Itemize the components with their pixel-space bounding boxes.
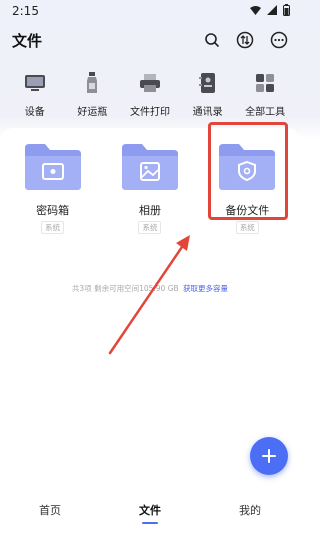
header-actions	[204, 31, 288, 49]
more-icon[interactable]	[270, 31, 288, 49]
status-icons	[250, 3, 290, 19]
plus-icon	[262, 449, 276, 463]
photo-folder-icon	[121, 144, 178, 190]
bottle-icon	[81, 72, 103, 94]
nav-files-label: 文件	[139, 504, 161, 517]
folder-name: 相册	[138, 204, 161, 217]
search-icon[interactable]	[204, 32, 220, 48]
folder-safe[interactable]: 密码箱 系统	[13, 142, 93, 234]
status-bar: 2:15	[0, 0, 300, 22]
folder-name: 密码箱	[36, 204, 70, 217]
page-title: 文件	[12, 31, 43, 50]
wifi-icon	[250, 4, 261, 18]
annotation-arrow-icon	[108, 235, 190, 355]
printer-icon	[139, 72, 161, 94]
add-button[interactable]	[250, 437, 288, 475]
tool-label: 好运瓶	[77, 107, 108, 118]
status-time: 2:15	[12, 4, 39, 18]
bottom-nav: 首页 文件 我的	[0, 490, 300, 530]
nav-mine[interactable]: 我的	[220, 502, 280, 518]
tool-label: 通讯录	[192, 107, 223, 118]
app-header: 文件	[0, 26, 300, 54]
nav-home[interactable]: 首页	[20, 502, 80, 518]
active-indicator	[142, 522, 158, 524]
grid-icon	[254, 72, 276, 94]
tool-label: 全部工具	[245, 107, 286, 118]
folder-tag: 系统	[235, 221, 259, 234]
battery-icon	[283, 3, 290, 19]
tools-row: 设备 好运瓶 文件打印 通讯录 全部工具	[0, 72, 300, 122]
tool-label: 文件打印	[129, 107, 170, 118]
tool-label: 设备	[24, 107, 45, 118]
folder-grid: 密码箱 系统 相册 系统 备份文件 系统	[0, 142, 300, 234]
tool-bottle[interactable]: 好运瓶	[64, 72, 120, 122]
tool-print[interactable]: 文件打印	[122, 72, 178, 122]
folder-name: 备份文件	[225, 204, 270, 217]
folder-backup[interactable]: 备份文件 系统	[207, 142, 287, 234]
device-icon	[24, 72, 46, 94]
folder-photos[interactable]: 相册 系统	[110, 142, 190, 234]
transfer-icon[interactable]	[236, 31, 254, 49]
contacts-icon	[197, 72, 219, 94]
nav-files[interactable]: 文件	[120, 502, 180, 524]
signal-icon	[267, 4, 277, 18]
folder-tag: 系统	[41, 221, 65, 234]
backup-folder-icon	[219, 144, 276, 190]
safe-folder-icon	[24, 144, 81, 190]
tool-all[interactable]: 全部工具	[237, 72, 293, 122]
tool-device[interactable]: 设备	[7, 72, 63, 122]
tool-contacts[interactable]: 通讯录	[180, 72, 236, 122]
